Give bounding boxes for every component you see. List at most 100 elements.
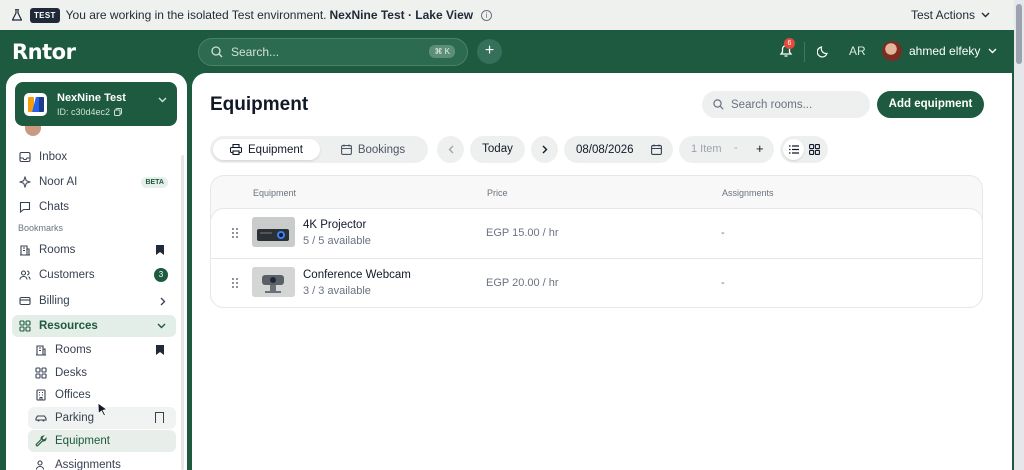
layout-toggle [780, 136, 828, 163]
sidebar-item-label: Resources [39, 320, 98, 332]
info-icon[interactable]: i [481, 9, 493, 21]
equipment-availability: 3 / 3 available [303, 285, 371, 297]
page-title: Equipment [210, 94, 309, 115]
search-input[interactable]: Search rooms... [702, 91, 870, 118]
office-building-icon [36, 389, 46, 401]
sidebar-subitem-desks[interactable]: Desks [28, 362, 176, 384]
sidebar-item-label: Inbox [39, 151, 68, 163]
today-button[interactable]: Today [470, 136, 525, 163]
sidebar-item-billing[interactable]: Billing [12, 290, 176, 312]
drag-handle-icon[interactable] [231, 227, 239, 239]
wrench-icon [35, 435, 47, 447]
test-actions-menu[interactable]: Test Actions [911, 8, 990, 22]
test-actions-label: Test Actions [910, 8, 975, 22]
chevron-down-icon [981, 12, 990, 18]
tab-bookings[interactable]: Bookings [323, 139, 423, 160]
tab-label: Equipment [248, 143, 303, 156]
customers-count-badge: 3 [154, 268, 168, 282]
sidebar-item-label: Chats [39, 201, 70, 213]
chevron-left-icon [448, 145, 453, 154]
search-icon [713, 99, 724, 110]
sidebar-item-customers[interactable]: Customers 3 [12, 264, 176, 286]
avatar [25, 126, 41, 136]
bookmark-filled-icon[interactable] [156, 345, 164, 355]
equipment-name: Conference Webcam [303, 269, 411, 281]
tab-label: Bookings [357, 143, 406, 156]
chevron-right-icon [160, 297, 166, 306]
sidebar-item-inbox[interactable]: Inbox [12, 146, 176, 168]
user-menu[interactable]: ahmed elfeky [882, 41, 997, 61]
date-picker[interactable]: 08/08/2026 [564, 136, 673, 163]
sidebar-item-label: Rooms [39, 244, 76, 256]
building-icon [36, 345, 46, 356]
column-header-assignments: Assignments [722, 188, 774, 198]
printer-icon [230, 144, 242, 155]
users-icon [19, 270, 31, 280]
sidebar-item-chats[interactable]: Chats [12, 196, 176, 218]
language-toggle[interactable]: AR [849, 44, 866, 58]
next-button[interactable] [531, 136, 558, 163]
banner-message: You are working in the isolated Test env… [65, 8, 327, 22]
avatar [882, 41, 902, 61]
search-icon [211, 46, 223, 58]
sidebar-subitem-assignments[interactable]: Assignments [28, 454, 176, 470]
grid-view-icon[interactable] [809, 144, 820, 155]
table-row[interactable]: 4K Projector 5 / 5 available EGP 15.00 /… [211, 209, 982, 258]
building-icon [20, 245, 30, 256]
sidebar-item-label: Noor AI [39, 176, 78, 188]
bookmark-outline-icon[interactable] [155, 412, 164, 423]
previous-button[interactable] [437, 136, 464, 163]
add-equipment-button[interactable]: Add equipment [877, 91, 984, 118]
webcam-thumbnail [252, 267, 295, 297]
create-new-button[interactable]: + [477, 39, 502, 64]
sidebar-item-label: Customers [39, 269, 95, 281]
calendar-icon [340, 144, 352, 155]
page-scrollbar[interactable] [1014, 0, 1024, 470]
table-row[interactable]: Conference Webcam 3 / 3 available EGP 20… [211, 258, 982, 307]
sidebar-item-label: Billing [39, 295, 70, 307]
equipment-name: 4K Projector [303, 219, 367, 231]
sidebar-scrollbar[interactable] [181, 155, 184, 470]
sidebar-item-resources[interactable]: Resources [12, 315, 176, 337]
equipment-price: EGP 20.00 / hr [486, 277, 559, 289]
equipment-availability: 5 / 5 available [303, 235, 371, 247]
quantity-stepper[interactable]: 1 Item - + [679, 136, 774, 163]
view-tabs: Equipment Bookings [210, 136, 428, 163]
user-name: ahmed elfeky [909, 44, 981, 58]
column-header-equipment: Equipment [253, 188, 297, 198]
chevron-down-icon [988, 48, 997, 54]
workspace-logo [24, 92, 47, 116]
chevron-down-icon [158, 97, 167, 103]
nav-divider [804, 42, 805, 62]
workspace-switcher[interactable]: NexNine Test ID: c30d4ec2 [15, 82, 177, 126]
decrement-button[interactable]: - [734, 142, 738, 154]
bookmark-filled-icon[interactable] [156, 245, 164, 255]
copy-icon[interactable] [114, 107, 123, 116]
calendar-icon [651, 144, 662, 155]
top-navigation: Rntor Search... ⌘ K + 6 AR ahmed elfeky [0, 30, 1014, 73]
test-environment-banner: TEST You are working in the isolated Tes… [0, 0, 1014, 30]
keyboard-shortcut: ⌘ K [429, 45, 455, 58]
column-header-price: Price [487, 188, 508, 198]
tab-equipment[interactable]: Equipment [213, 139, 320, 160]
sidebar-item-noor-ai[interactable]: Noor AI BETA [12, 171, 176, 193]
moon-icon[interactable] [817, 44, 831, 58]
search-placeholder: Search... [231, 45, 280, 59]
increment-button[interactable]: + [756, 141, 764, 156]
sidebar-subitem-rooms[interactable]: Rooms [28, 339, 176, 361]
equipment-assignments: - [721, 277, 725, 289]
search-placeholder: Search rooms... [731, 98, 813, 111]
main-content: Equipment Search rooms... Add equipment … [192, 73, 1012, 470]
equipment-assignments: - [721, 227, 725, 239]
sidebar-subitem-equipment[interactable]: Equipment [28, 430, 176, 452]
notification-count-badge: 6 [784, 38, 795, 49]
app-logo[interactable]: Rntor [12, 40, 76, 64]
sidebar-item-rooms[interactable]: Rooms [12, 239, 176, 261]
sidebar-item-label: Equipment [55, 435, 110, 447]
chevron-right-icon [542, 145, 547, 154]
flask-icon [12, 9, 22, 21]
list-icon [789, 145, 799, 154]
drag-handle-icon[interactable] [231, 277, 239, 289]
global-search-input[interactable]: Search... ⌘ K [198, 38, 468, 66]
quantity-value: 1 Item [691, 143, 722, 155]
